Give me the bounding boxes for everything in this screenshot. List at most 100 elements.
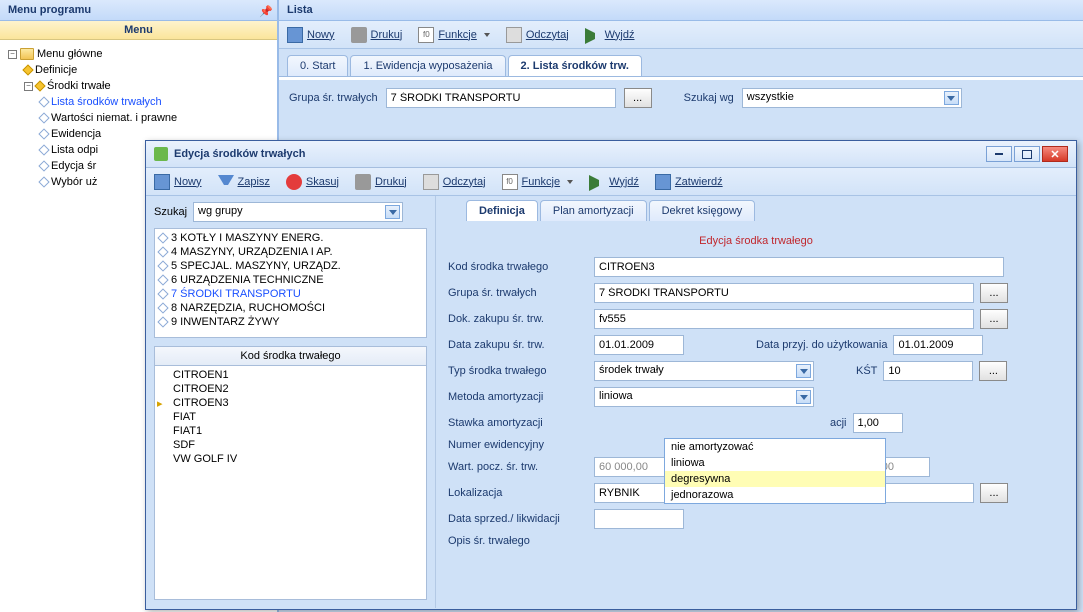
data-sprz-label: Data sprzed./ likwidacji [448,513,588,525]
close-button[interactable]: ✕ [1042,146,1068,162]
exit-icon [589,175,605,191]
tree-root[interactable]: − Menu główne [8,46,273,62]
code-item[interactable]: VW GOLF IV [157,452,424,466]
group-item[interactable]: 6 URZĄDZENIA TECHNICZNE [157,273,424,287]
read-button[interactable]: Odczytaj [423,174,486,190]
code-list[interactable]: CITROEN1CITROEN2▸CITROEN3FIATFIAT1SDFVW … [154,366,427,600]
group-input[interactable] [386,88,616,108]
typ-select[interactable]: środek trwały [594,361,814,381]
func-button[interactable]: f0Funkcje [418,27,490,43]
data-zak-input[interactable] [594,335,684,355]
tree-srodki[interactable]: − Środki trwałe [24,78,273,94]
menu-bar[interactable]: Menu [0,21,277,40]
grupa-label: Grupa śr. trwałych [448,287,588,299]
data-przyj-label: Data przyj. do użytkowania [756,339,887,351]
metoda-label: Metoda amortyzacji [448,391,588,403]
group-item[interactable]: 7 ŚRODKI TRANSPORTU [157,287,424,301]
dok-browse-button[interactable]: ... [980,309,1008,329]
tab-start[interactable]: 0. Start [287,55,348,76]
inner-tabs: Definicja Plan amortyzacji Dekret księgo… [436,196,1076,221]
tree-child-1[interactable]: Wartości niemat. i prawne [40,110,273,126]
lok-browse-button[interactable]: ... [980,483,1008,503]
chevron-down-icon[interactable] [796,364,811,378]
group-item[interactable]: 4 MASZYNY, URZĄDZENIA I AP. [157,245,424,259]
grupa-browse-button[interactable]: ... [980,283,1008,303]
confirm-icon [655,174,671,190]
kst-browse-button[interactable]: ... [979,361,1007,381]
tab-ewidencja[interactable]: 1. Ewidencja wyposażenia [350,55,505,76]
confirm-button[interactable]: Zatwierdź [655,174,723,190]
group-item[interactable]: 8 NARZĘDZIA, RUCHOMOŚCI [157,301,424,315]
grupa-input[interactable] [594,283,974,303]
metoda-dropdown[interactable]: nie amortyzowaćliniowadegresywnajednoraz… [664,438,886,504]
edit-right-pane: Definicja Plan amortyzacji Dekret księgo… [436,196,1076,608]
new-button[interactable]: Nowy [287,27,335,43]
dropdown-option[interactable]: degresywna [665,471,885,487]
data-przyj-input[interactable] [893,335,983,355]
delete-icon [286,174,302,190]
code-item[interactable]: SDF [157,438,424,452]
collapse-icon[interactable]: − [8,50,17,59]
window-title: Edycja środków trwałych [174,148,305,160]
diamond-icon [34,80,45,91]
minimize-button[interactable] [986,146,1012,162]
search-by-label: Szukaj wg [684,92,734,104]
new-button[interactable]: Nowy [154,174,202,190]
tab-plan[interactable]: Plan amortyzacji [540,200,647,221]
tab-definicja[interactable]: Definicja [466,200,538,221]
tree-child-0[interactable]: Lista środków trwałych [40,94,273,110]
dok-input[interactable] [594,309,974,329]
dropdown-option[interactable]: liniowa [665,455,885,471]
exit-button[interactable]: Wyjdź [585,25,635,44]
group-item[interactable]: 5 SPECJAL. MASZYNY, URZĄDZ. [157,259,424,273]
diamond-icon [38,160,49,171]
diamond-icon [157,274,168,285]
func-icon: f0 [502,174,518,190]
search-by-select[interactable]: wszystkie [742,88,962,108]
pin-icon[interactable]: 📌 [259,5,269,15]
tree-definicje[interactable]: Definicje [24,62,273,78]
delete-button[interactable]: Skasuj [286,174,339,190]
group-item[interactable]: 3 KOTŁY I MASZYNY ENERG. [157,231,424,245]
code-item[interactable]: FIAT [157,410,424,424]
kst-input[interactable] [883,361,973,381]
metoda-select[interactable]: liniowa [594,387,814,407]
dropdown-option[interactable]: nie amortyzować [665,439,885,455]
exit-icon [585,28,601,44]
wart-pocz-label: Wart. pocz. śr. trw. [448,461,588,473]
tab-dekret[interactable]: Dekret księgowy [649,200,756,221]
func-button[interactable]: f0Funkcje [502,174,574,190]
print-button[interactable]: Drukuj [355,174,407,190]
tab-lista-srodkow[interactable]: 2. Lista środków trw. [508,55,642,76]
code-item[interactable]: CITROEN1 [157,368,424,382]
data-sprz-input[interactable] [594,509,684,529]
group-item[interactable]: 9 INWENTARZ ŻYWY [157,315,424,329]
stawka-label: Stawka amortyzacji [448,417,588,429]
dok-label: Dok. zakupu śr. trw. [448,313,588,325]
chevron-down-icon[interactable] [796,390,811,404]
diamond-icon [38,96,49,107]
save-button[interactable]: Zapisz [218,173,270,191]
diamond-icon [38,128,49,139]
maximize-button[interactable] [1014,146,1040,162]
read-button[interactable]: Odczytaj [506,27,569,43]
code-item[interactable]: ▸CITROEN3 [157,396,424,410]
diamond-icon [38,176,49,187]
group-list[interactable]: 3 KOTŁY I MASZYNY ENERG.4 MASZYNY, URZĄD… [154,228,427,338]
group-browse-button[interactable]: ... [624,88,652,108]
code-item[interactable]: CITROEN2 [157,382,424,396]
diamond-icon [157,232,168,243]
menu-panel-header: Menu programu 📌 [0,0,277,21]
window-titlebar[interactable]: Edycja środków trwałych ✕ [146,141,1076,168]
kod-input[interactable] [594,257,1004,277]
chevron-down-icon[interactable] [944,91,959,105]
diamond-icon [38,112,49,123]
coef-input[interactable] [853,413,903,433]
search-mode-select[interactable]: wg grupy [193,202,403,222]
code-item[interactable]: FIAT1 [157,424,424,438]
print-button[interactable]: Drukuj [351,27,403,43]
exit-button[interactable]: Wyjdź [589,172,639,191]
chevron-down-icon[interactable] [385,205,400,219]
collapse-icon[interactable]: − [24,82,33,91]
dropdown-option[interactable]: jednorazowa [665,487,885,503]
